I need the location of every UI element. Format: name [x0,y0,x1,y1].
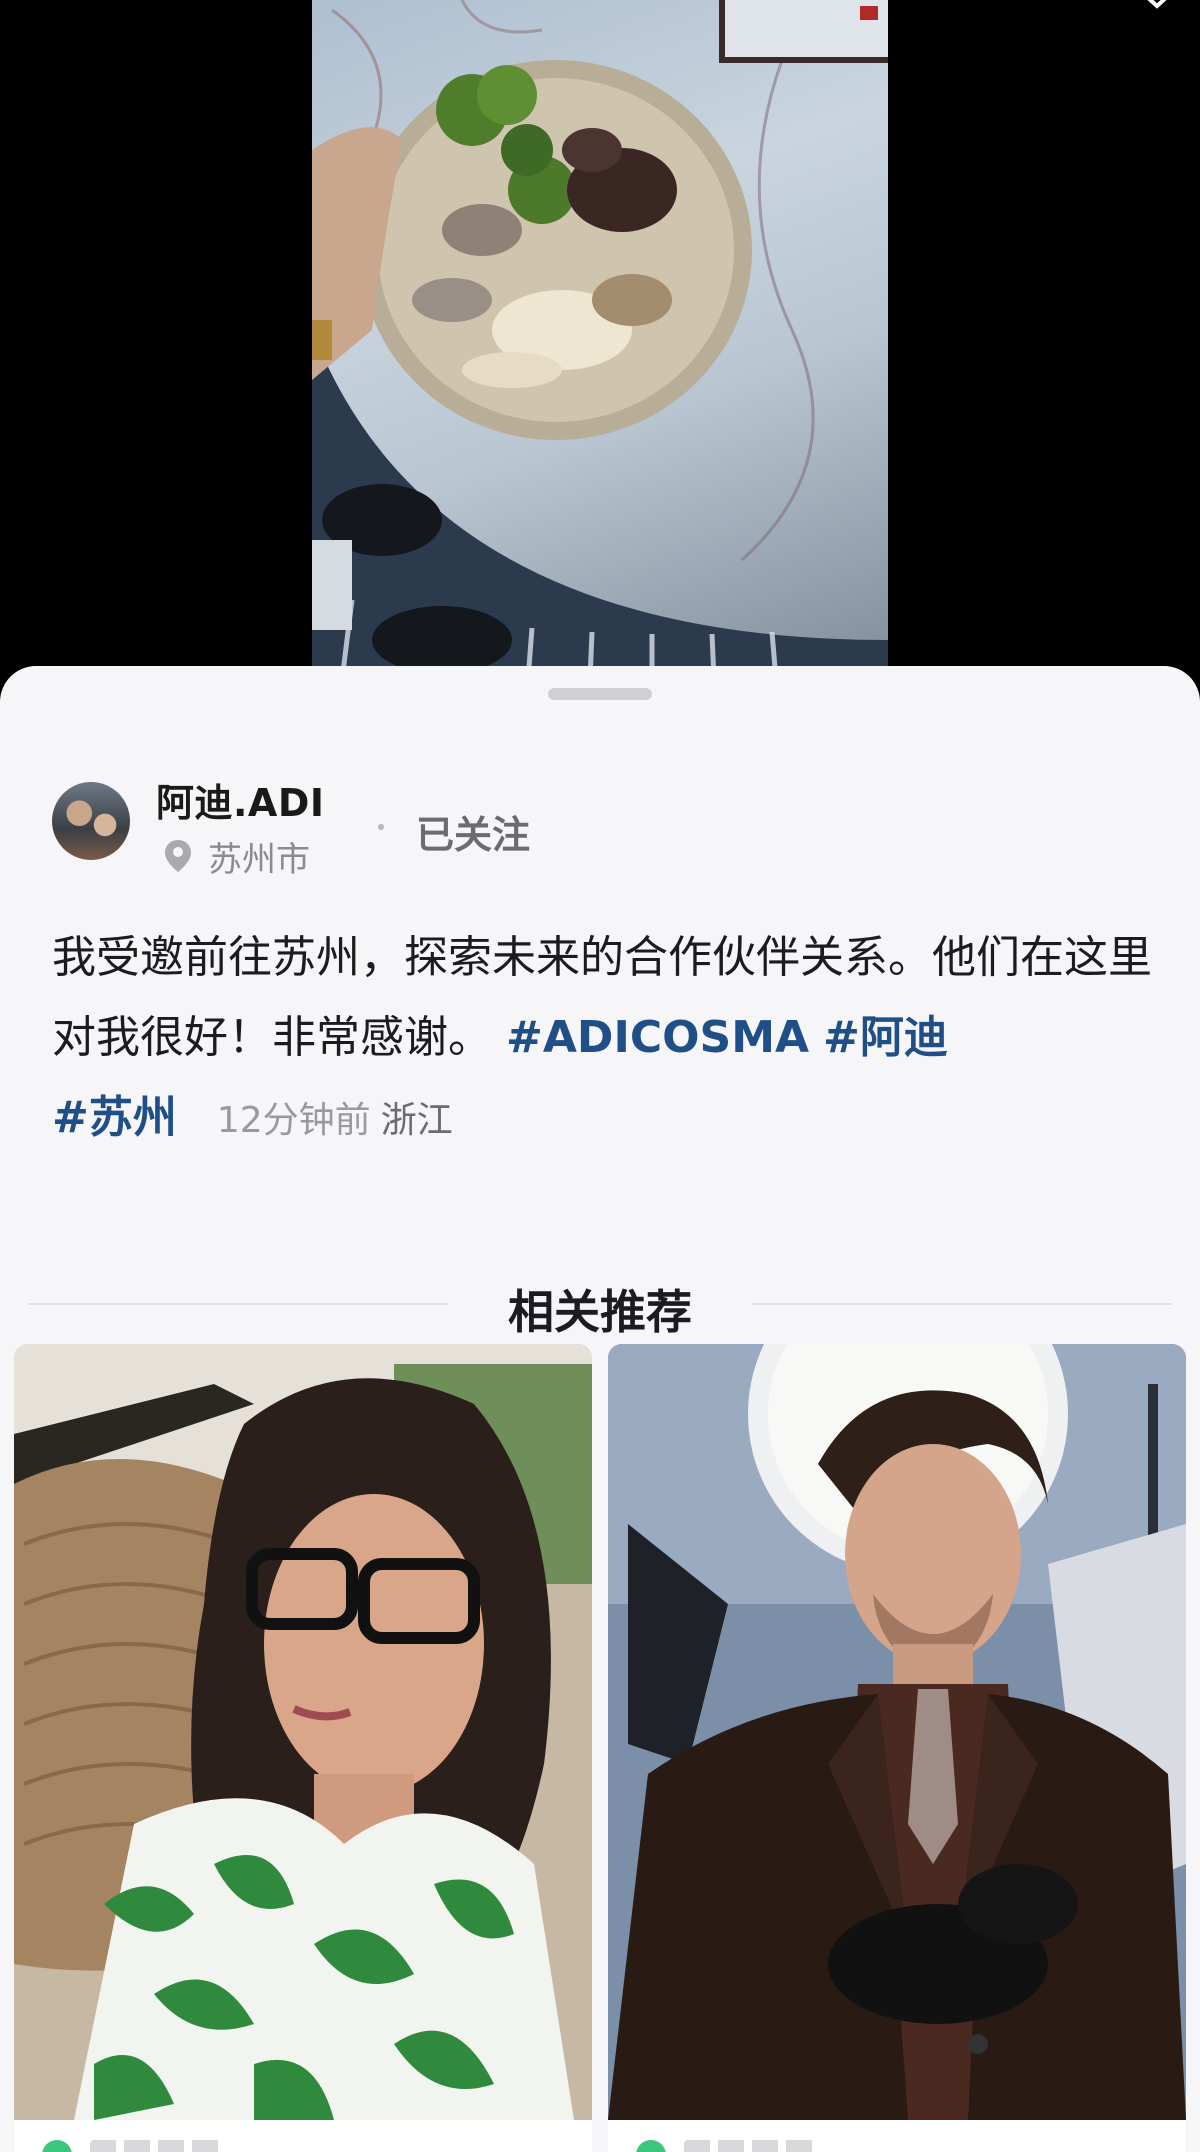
recommendation-grid [0,1344,1200,2152]
location-text: 苏州市 [208,839,310,880]
video-player[interactable] [0,0,1200,680]
author-location[interactable]: 苏州市 [164,836,310,880]
card-footer [608,2120,1186,2152]
more-icon[interactable] [1142,0,1172,10]
post-region: 浙江 [380,1100,453,1141]
woman-glasses-photo[interactable] [14,1344,592,2120]
author-row: 阿迪.ADI 苏州市 已关注 [52,774,1152,884]
video-still-plate-of-food [312,0,888,680]
recommendation-card[interactable] [608,1344,1186,2152]
divider-right [752,1303,1172,1305]
card-author-name-placeholder [90,2140,220,2152]
sheet-drag-handle[interactable] [548,688,652,700]
hashtag-adi[interactable]: #阿迪 [823,1012,948,1063]
related-section-header: 相关推荐 [0,1264,1200,1344]
avatar[interactable] [52,782,130,860]
author-name[interactable]: 阿迪.ADI [156,772,325,827]
card-author-avatar-icon [636,2140,666,2152]
man-suit-photo[interactable] [608,1344,1186,2120]
hashtag-suzhou[interactable]: #苏州 [52,1092,177,1143]
location-pin-icon [164,839,192,873]
post-body: 我受邀前往苏州，探索未来的合作伙伴关系。他们在这里对我很好！非常感谢。 #ADI… [52,918,1152,1161]
card-author-name-placeholder [684,2140,814,2152]
video-frame[interactable] [312,0,888,680]
follow-status-button[interactable]: 已关注 [416,804,530,859]
separator-dot [378,824,384,830]
card-author-avatar-icon [42,2140,72,2152]
related-title: 相关推荐 [508,1285,692,1339]
card-footer [14,2120,592,2152]
hashtag-adicosma[interactable]: #ADICOSMA [506,1012,809,1063]
post-time: 12分钟前 [216,1100,371,1141]
comment-sheet: 阿迪.ADI 苏州市 已关注 我受邀前往苏州，探索未来的合作伙伴关系。他们在这里… [0,666,1200,2152]
recommendation-card[interactable] [14,1344,592,2152]
